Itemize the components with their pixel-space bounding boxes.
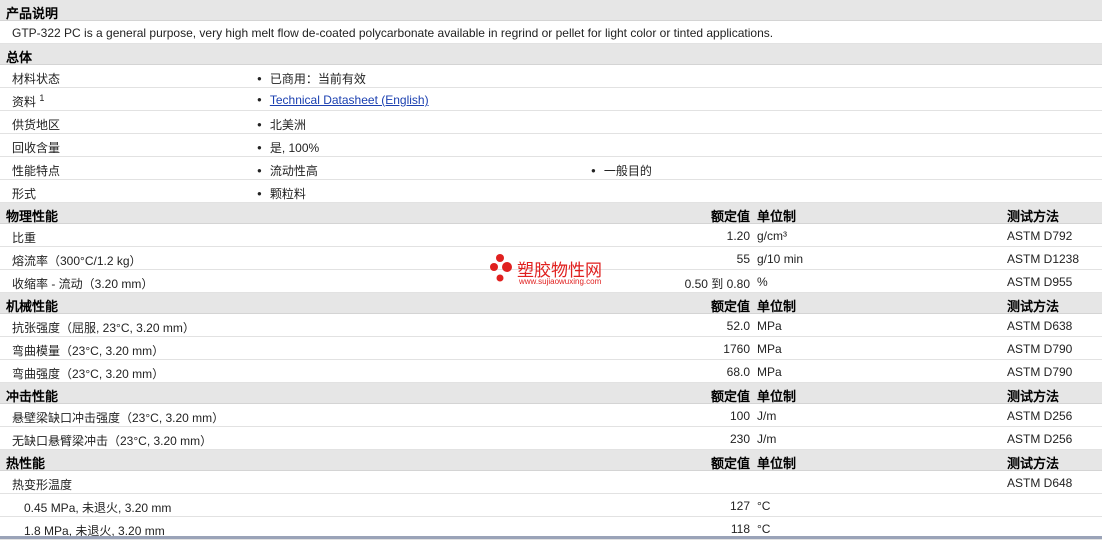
section-title: 机械性能	[6, 299, 59, 314]
general-row: 性能特点 流动性高 一般目的	[0, 157, 1102, 180]
row-unit: °C	[757, 499, 771, 513]
row-label: 无缺口悬臂梁冲击（23°C, 3.20 mm）	[12, 434, 213, 448]
row-method: ASTM D1238	[1007, 252, 1080, 266]
row-label: 回收含量	[12, 141, 61, 155]
table-row: 抗张强度（屈服, 23°C, 3.20 mm） 52.0 MPa ASTM D6…	[0, 314, 1102, 337]
col-method-header: 测试方法	[1007, 456, 1060, 471]
row-label: 悬壁梁缺口冲击强度（23°C, 3.20 mm）	[12, 411, 225, 425]
section-header-general: 总体	[0, 44, 1102, 65]
row-value-2: 一般目的	[591, 162, 652, 179]
row-value: 52.0	[726, 319, 750, 333]
row-method: ASTM D790	[1007, 365, 1073, 379]
row-value: 55	[736, 252, 750, 266]
row-label: 比重	[12, 231, 37, 245]
col-method-header: 测试方法	[1007, 209, 1060, 224]
logo-dots-icon	[490, 254, 512, 282]
row-value: 118	[730, 522, 750, 536]
row-value: 68.0	[726, 365, 750, 379]
row-unit: MPa	[757, 365, 782, 379]
col-value-header: 额定值	[710, 209, 750, 224]
table-row: 弯曲强度（23°C, 3.20 mm） 68.0 MPa ASTM D790	[0, 360, 1102, 383]
row-label: 性能特点	[12, 164, 61, 178]
table-row: 弯曲模量（23°C, 3.20 mm） 1760 MPa ASTM D790	[0, 337, 1102, 360]
row-value: 北美洲	[257, 116, 306, 133]
row-label: 供货地区	[12, 118, 61, 132]
col-value-header: 额定值	[710, 299, 750, 314]
row-unit: J/m	[757, 409, 777, 423]
section-title: 总体	[6, 50, 33, 65]
general-row: 形式 颗粒料	[0, 180, 1102, 203]
section-header-thermal: 热性能 额定值 单位制 测试方法	[0, 450, 1102, 471]
table-row: 热变形温度 ASTM D648	[0, 471, 1102, 494]
description-row: GTP-322 PC is a general purpose, very hi…	[0, 21, 1102, 44]
row-value: 0.50 到 0.80	[684, 277, 750, 291]
row-value: 127	[729, 499, 750, 513]
section-title: 物理性能	[6, 209, 59, 224]
row-method: ASTM D790	[1007, 342, 1073, 356]
row-value: 230	[729, 432, 750, 446]
col-method-header: 测试方法	[1007, 389, 1060, 404]
row-label: 抗张强度（屈服, 23°C, 3.20 mm）	[12, 321, 195, 335]
col-value-header: 额定值	[710, 389, 750, 404]
row-label: 弯曲强度（23°C, 3.20 mm）	[12, 367, 165, 381]
row-label-text: 资料	[12, 95, 37, 109]
description-text: GTP-322 PC is a general purpose, very hi…	[12, 26, 774, 40]
row-label: 0.45 MPa, 未退火, 3.20 mm	[24, 501, 172, 515]
row-value: 流动性高	[257, 162, 318, 179]
section-header-mechanical: 机械性能 额定值 单位制 测试方法	[0, 293, 1102, 314]
row-label: 熔流率（300°C/1.2 kg）	[12, 254, 142, 268]
section-header-description: 产品说明	[0, 0, 1102, 21]
section-header-physical: 物理性能 额定值 单位制 测试方法	[0, 203, 1102, 224]
table-row: 悬壁梁缺口冲击强度（23°C, 3.20 mm） 100 J/m ASTM D2…	[0, 404, 1102, 427]
row-label: 热变形温度	[12, 478, 73, 492]
col-unit-header: 单位制	[757, 209, 797, 224]
row-unit: g/10 min	[757, 252, 804, 266]
section-title: 产品说明	[6, 6, 59, 21]
row-unit: °C	[757, 522, 771, 536]
row-value: 颗粒料	[257, 185, 306, 202]
row-label: 收缩率 - 流动（3.20 mm）	[12, 277, 154, 291]
col-method-header: 测试方法	[1007, 299, 1060, 314]
section-header-impact: 冲击性能 额定值 单位制 测试方法	[0, 383, 1102, 404]
row-method: ASTM D955	[1007, 275, 1073, 289]
watermark-logo: 塑胶物性网 www.sujiaowuxing.com	[489, 252, 602, 289]
table-row: 比重 1.20 g/cm³ ASTM D792	[0, 224, 1102, 247]
row-label: 弯曲模量（23°C, 3.20 mm）	[12, 344, 165, 358]
row-method: ASTM D256	[1007, 432, 1073, 446]
row-label: 形式	[12, 187, 37, 201]
row-label: 材料状态	[12, 72, 61, 86]
row-unit: g/cm³	[757, 229, 787, 243]
row-unit: MPa	[757, 342, 782, 356]
row-method: ASTM D638	[1007, 319, 1073, 333]
general-row: 资料 1 Technical Datasheet (English)	[0, 88, 1102, 111]
table-row: 0.45 MPa, 未退火, 3.20 mm 127 °C	[0, 494, 1102, 517]
row-value: 1760	[723, 342, 750, 356]
section-title: 冲击性能	[6, 389, 59, 404]
row-unit: %	[757, 275, 768, 289]
col-value-header: 额定值	[710, 456, 750, 471]
row-value: 是, 100%	[257, 139, 319, 156]
row-value: 已商用：当前有效	[257, 70, 366, 87]
row-unit: MPa	[757, 319, 782, 333]
col-unit-header: 单位制	[757, 299, 797, 314]
row-value: 100	[729, 409, 750, 423]
footnote-marker: 1	[39, 93, 45, 103]
row-unit: J/m	[757, 432, 777, 446]
row-value: Technical Datasheet (English)	[257, 93, 429, 107]
datasheet-link[interactable]: Technical Datasheet (English)	[270, 93, 429, 107]
row-label: 资料 1	[12, 93, 44, 110]
watermark-url: www.sujiaowuxing.com	[519, 277, 602, 286]
row-value: 1.20	[726, 229, 750, 243]
row-method: ASTM D256	[1007, 409, 1073, 423]
table-row: 无缺口悬臂梁冲击（23°C, 3.20 mm） 230 J/m ASTM D25…	[0, 427, 1102, 450]
general-row: 回收含量 是, 100%	[0, 134, 1102, 157]
general-row: 材料状态 已商用：当前有效	[0, 65, 1102, 88]
general-row: 供货地区 北美洲	[0, 111, 1102, 134]
row-method: ASTM D648	[1007, 476, 1073, 490]
row-method: ASTM D792	[1007, 229, 1073, 243]
col-unit-header: 单位制	[757, 456, 797, 471]
col-unit-header: 单位制	[757, 389, 797, 404]
section-title: 热性能	[6, 456, 46, 471]
